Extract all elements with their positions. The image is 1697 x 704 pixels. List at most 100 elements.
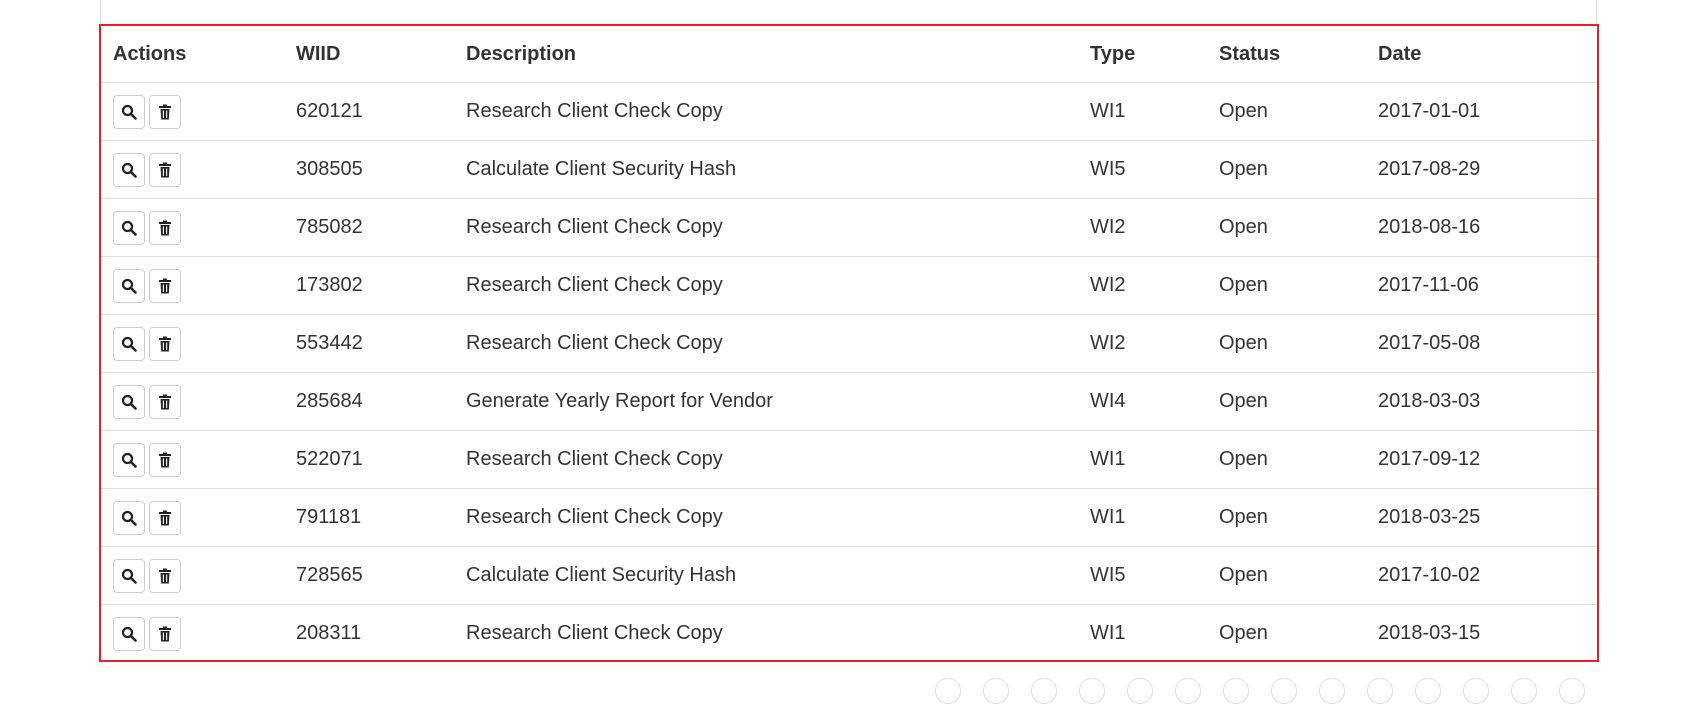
delete-button[interactable] (149, 558, 181, 593)
date-cell: 2017-09-12 (1366, 430, 1597, 489)
page-button[interactable] (1127, 678, 1153, 704)
page-button[interactable] (1559, 678, 1585, 704)
table-row: 791181 Research Client Check Copy WI1 Open 2… (101, 488, 1597, 547)
top-panel (100, 0, 1597, 24)
page-button[interactable] (983, 678, 1009, 704)
delete-button[interactable] (149, 152, 181, 187)
type-cell: WI1 (1078, 488, 1207, 547)
actions-cell (101, 314, 284, 373)
page-button[interactable] (1079, 678, 1105, 704)
status-cell: Open (1207, 546, 1366, 605)
type-cell: WI5 (1078, 140, 1207, 199)
view-button[interactable] (113, 558, 145, 593)
type-cell: WI4 (1078, 372, 1207, 431)
description-cell: Research Client Check Copy (466, 100, 723, 122)
actions-cell (101, 430, 284, 489)
type-cell: WI1 (1078, 430, 1207, 489)
page-button[interactable] (1271, 678, 1297, 704)
date-cell: 2017-11-06 (1366, 256, 1597, 315)
delete-button[interactable] (149, 326, 181, 361)
status-cell: Open (1207, 140, 1366, 199)
actions-cell (101, 546, 284, 605)
view-button[interactable] (113, 384, 145, 419)
delete-button[interactable] (149, 268, 181, 303)
table-header-row: Actions WIID Description Type Status Dat… (101, 26, 1597, 83)
page-button[interactable] (1319, 678, 1345, 704)
wiid-cell: 785082 (284, 198, 454, 257)
actions-cell (101, 372, 284, 431)
status-cell: Open (1207, 314, 1366, 373)
status-cell: Open (1207, 488, 1366, 547)
type-cell: WI2 (1078, 314, 1207, 373)
page-button[interactable] (1367, 678, 1393, 704)
type-cell: WI1 (1090, 100, 1126, 122)
page-button[interactable] (1223, 678, 1249, 704)
wiid-cell: 728565 (284, 546, 454, 605)
description-cell: Research Client Check Copy (454, 256, 1078, 315)
pagination (935, 678, 1585, 704)
delete-button[interactable] (149, 384, 181, 419)
actions-cell (101, 83, 284, 141)
table-row: 308505 Calculate Client Security Hash WI5 O… (101, 140, 1597, 199)
page-button[interactable] (935, 678, 961, 704)
description-cell: Research Client Check Copy (454, 430, 1078, 489)
wiid-cell: 173802 (284, 256, 454, 315)
header-description[interactable]: Description (454, 26, 1078, 83)
description-cell: Research Client Check Copy (454, 604, 1078, 662)
wiid-cell: 285684 (284, 372, 454, 431)
header-type[interactable]: Type (1078, 26, 1207, 83)
wiid-cell: 791181 (284, 488, 454, 547)
date-cell: 2017-01-01 (1378, 100, 1481, 122)
page-button[interactable] (1463, 678, 1489, 704)
type-cell: WI1 (1078, 604, 1207, 662)
delete-button[interactable] (149, 210, 181, 245)
date-cell: 2017-05-08 (1366, 314, 1597, 373)
view-button[interactable] (113, 500, 145, 535)
status-cell: Open (1207, 604, 1366, 662)
date-cell: 2018-03-03 (1366, 372, 1597, 431)
table-body: 620121 Research Client Check Copy WI1 Open 2… (101, 83, 1597, 662)
table-row: 620121 Research Client Check Copy WI1 Open 2… (101, 83, 1597, 141)
description-cell: Research Client Check Copy (454, 314, 1078, 373)
type-cell: WI2 (1078, 198, 1207, 257)
delete-button[interactable] (149, 500, 181, 535)
page-button[interactable] (1415, 678, 1441, 704)
view-button[interactable] (113, 326, 145, 361)
header-actions: Actions (101, 26, 284, 83)
page-button[interactable] (1031, 678, 1057, 704)
view-button[interactable] (113, 442, 145, 477)
table-row: 728565 Calculate Client Security Hash WI5 O… (101, 546, 1597, 605)
page-button[interactable] (1511, 678, 1537, 704)
view-button[interactable] (113, 616, 145, 651)
header-date[interactable]: Date (1366, 26, 1597, 83)
date-cell: 2018-08-16 (1366, 198, 1597, 257)
delete-button[interactable] (149, 442, 181, 477)
delete-button[interactable] (149, 616, 181, 651)
header-status[interactable]: Status (1207, 26, 1366, 83)
view-button[interactable] (113, 268, 145, 303)
header-wiid[interactable]: WIID (284, 26, 454, 83)
actions-cell (101, 488, 284, 547)
delete-button[interactable] (149, 94, 181, 129)
table-row: 208311 Research Client Check Copy WI1 Open 2… (101, 604, 1597, 662)
status-cell: Open (1207, 198, 1366, 257)
description-cell: Research Client Check Copy (454, 488, 1078, 547)
wiid-cell: 553442 (284, 314, 454, 373)
description-cell: Generate Yearly Report for Vendor (454, 372, 1078, 431)
type-cell: WI2 (1078, 256, 1207, 315)
wiid-cell: 308505 (284, 140, 454, 199)
table-row: 285684 Generate Yearly Report for Vendor W… (101, 372, 1597, 431)
date-cell: 2017-08-29 (1366, 140, 1597, 199)
table-row: 553442 Research Client Check Copy WI2 Open 2… (101, 314, 1597, 373)
description-cell: Calculate Client Security Hash (454, 140, 1078, 199)
description-cell: Calculate Client Security Hash (454, 546, 1078, 605)
status-cell: Open (1207, 256, 1366, 315)
view-button[interactable] (113, 152, 145, 187)
view-button[interactable] (113, 94, 145, 129)
actions-cell (101, 604, 284, 662)
view-button[interactable] (113, 210, 145, 245)
actions-cell (101, 140, 284, 199)
status-cell: Open (1207, 372, 1366, 431)
table-row: 173802 Research Client Check Copy WI2 Open 2… (101, 256, 1597, 315)
page-button[interactable] (1175, 678, 1201, 704)
